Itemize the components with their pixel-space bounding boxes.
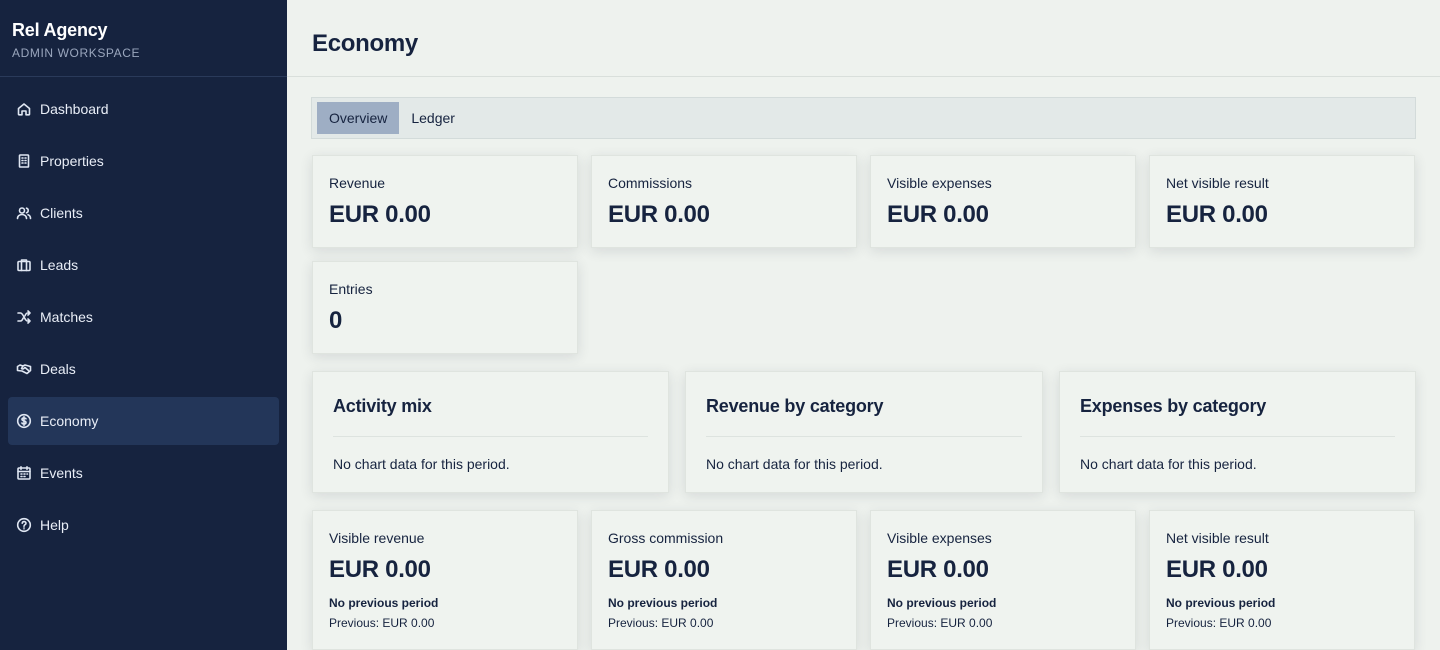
- handshake-icon: [16, 361, 32, 377]
- kpi-label: Net visible result: [1166, 175, 1269, 191]
- sidebar-item-deals[interactable]: Deals: [8, 345, 279, 393]
- kpi-value: EUR 0.00: [608, 556, 710, 583]
- comparison-card-net-visible-result: Net visible result EUR 0.00 No previous …: [1149, 510, 1415, 650]
- comparison-card-visible-expenses: Visible expenses EUR 0.00 No previous pe…: [870, 510, 1136, 650]
- kpi-card-revenue: Revenue EUR 0.00: [312, 155, 578, 248]
- kpi-label: Visible expenses: [887, 175, 992, 191]
- previous-value: Previous: EUR 0.00: [1166, 616, 1272, 630]
- home-icon: [16, 101, 32, 117]
- chart-empty-message: No chart data for this period.: [333, 456, 510, 472]
- calendar-icon: [16, 465, 32, 481]
- briefcase-icon: [16, 257, 32, 273]
- sidebar-item-events[interactable]: Events: [8, 449, 279, 497]
- kpi-value: 0: [329, 307, 343, 334]
- users-icon: [16, 205, 32, 221]
- comparison-status: No previous period: [608, 596, 718, 610]
- kpi-label: Commissions: [608, 175, 693, 191]
- sidebar-item-label: Events: [40, 465, 83, 481]
- chart-title: Expenses by category: [1080, 396, 1395, 437]
- sidebar-item-clients[interactable]: Clients: [8, 189, 279, 237]
- kpi-card-entries: Entries 0: [312, 261, 578, 354]
- chart-title: Revenue by category: [706, 396, 1022, 437]
- chart-title: Activity mix: [333, 396, 648, 437]
- sidebar-item-dashboard[interactable]: Dashboard: [8, 85, 279, 133]
- sidebar-item-label: Clients: [40, 205, 83, 221]
- sidebar-item-label: Economy: [40, 413, 99, 429]
- kpi-value: EUR 0.00: [329, 556, 431, 583]
- previous-value: Previous: EUR 0.00: [329, 616, 435, 630]
- brand-subtitle: ADMIN WORKSPACE: [12, 46, 141, 60]
- sidebar-item-label: Help: [40, 517, 69, 533]
- comparison-status: No previous period: [1166, 596, 1276, 610]
- previous-value: Previous: EUR 0.00: [887, 616, 993, 630]
- kpi-value: EUR 0.00: [887, 556, 989, 583]
- chart-card-revenue-by-category: Revenue by category No chart data for th…: [685, 371, 1043, 493]
- dollar-circle-icon: [16, 413, 32, 429]
- brand-name: Rel Agency: [12, 20, 108, 40]
- tab-ledger[interactable]: Ledger: [399, 102, 467, 134]
- kpi-value: EUR 0.00: [1166, 556, 1268, 583]
- chart-empty-message: No chart data for this period.: [1080, 456, 1257, 472]
- kpi-label: Visible revenue: [329, 530, 425, 546]
- sidebar-item-matches[interactable]: Matches: [8, 293, 279, 341]
- building-icon: [16, 153, 32, 169]
- sidebar-item-label: Leads: [40, 257, 79, 273]
- kpi-card-net-visible-result: Net visible result EUR 0.00: [1149, 155, 1415, 248]
- kpi-value: EUR 0.00: [887, 201, 989, 228]
- chart-card-expenses-by-category: Expenses by category No chart data for t…: [1059, 371, 1416, 493]
- sidebar-item-properties[interactable]: Properties: [8, 137, 279, 185]
- previous-value: Previous: EUR 0.00: [608, 616, 714, 630]
- sidebar-item-help[interactable]: Help: [8, 501, 279, 549]
- comparison-status: No previous period: [329, 596, 439, 610]
- kpi-card-visible-expenses: Visible expenses EUR 0.00: [870, 155, 1136, 248]
- brand: Rel Agency ADMIN WORKSPACE: [0, 0, 287, 77]
- comparison-card-visible-revenue: Visible revenue EUR 0.00 No previous per…: [312, 510, 578, 650]
- tab-bar: Overview Ledger: [311, 97, 1416, 139]
- kpi-value: EUR 0.00: [1166, 201, 1268, 228]
- tab-overview[interactable]: Overview: [317, 102, 400, 134]
- sidebar-nav: Dashboard Properties Clients Leads Match…: [0, 77, 287, 549]
- kpi-label: Entries: [329, 281, 373, 297]
- sidebar-item-label: Deals: [40, 361, 76, 377]
- sidebar-item-label: Matches: [40, 309, 93, 325]
- sidebar-item-leads[interactable]: Leads: [8, 241, 279, 289]
- kpi-label: Visible expenses: [887, 530, 992, 546]
- comparison-status: No previous period: [887, 596, 997, 610]
- kpi-value: EUR 0.00: [608, 201, 710, 228]
- sidebar: Rel Agency ADMIN WORKSPACE Dashboard Pro…: [0, 0, 287, 650]
- page-title: Economy: [312, 30, 418, 57]
- chart-empty-message: No chart data for this period.: [706, 456, 883, 472]
- page-header: Economy: [287, 0, 1440, 77]
- help-circle-icon: [16, 517, 32, 533]
- shuffle-icon: [16, 309, 32, 325]
- sidebar-item-label: Dashboard: [40, 101, 109, 117]
- kpi-label: Gross commission: [608, 530, 724, 546]
- sidebar-item-label: Properties: [40, 153, 104, 169]
- sidebar-item-economy[interactable]: Economy: [8, 397, 279, 445]
- kpi-card-commissions: Commissions EUR 0.00: [591, 155, 857, 248]
- main-content: Economy Overview Ledger Revenue EUR 0.00…: [287, 0, 1440, 650]
- kpi-label: Revenue: [329, 175, 386, 191]
- kpi-value: EUR 0.00: [329, 201, 431, 228]
- comparison-card-gross-commission: Gross commission EUR 0.00 No previous pe…: [591, 510, 857, 650]
- chart-card-activity-mix: Activity mix No chart data for this peri…: [312, 371, 669, 493]
- kpi-label: Net visible result: [1166, 530, 1269, 546]
